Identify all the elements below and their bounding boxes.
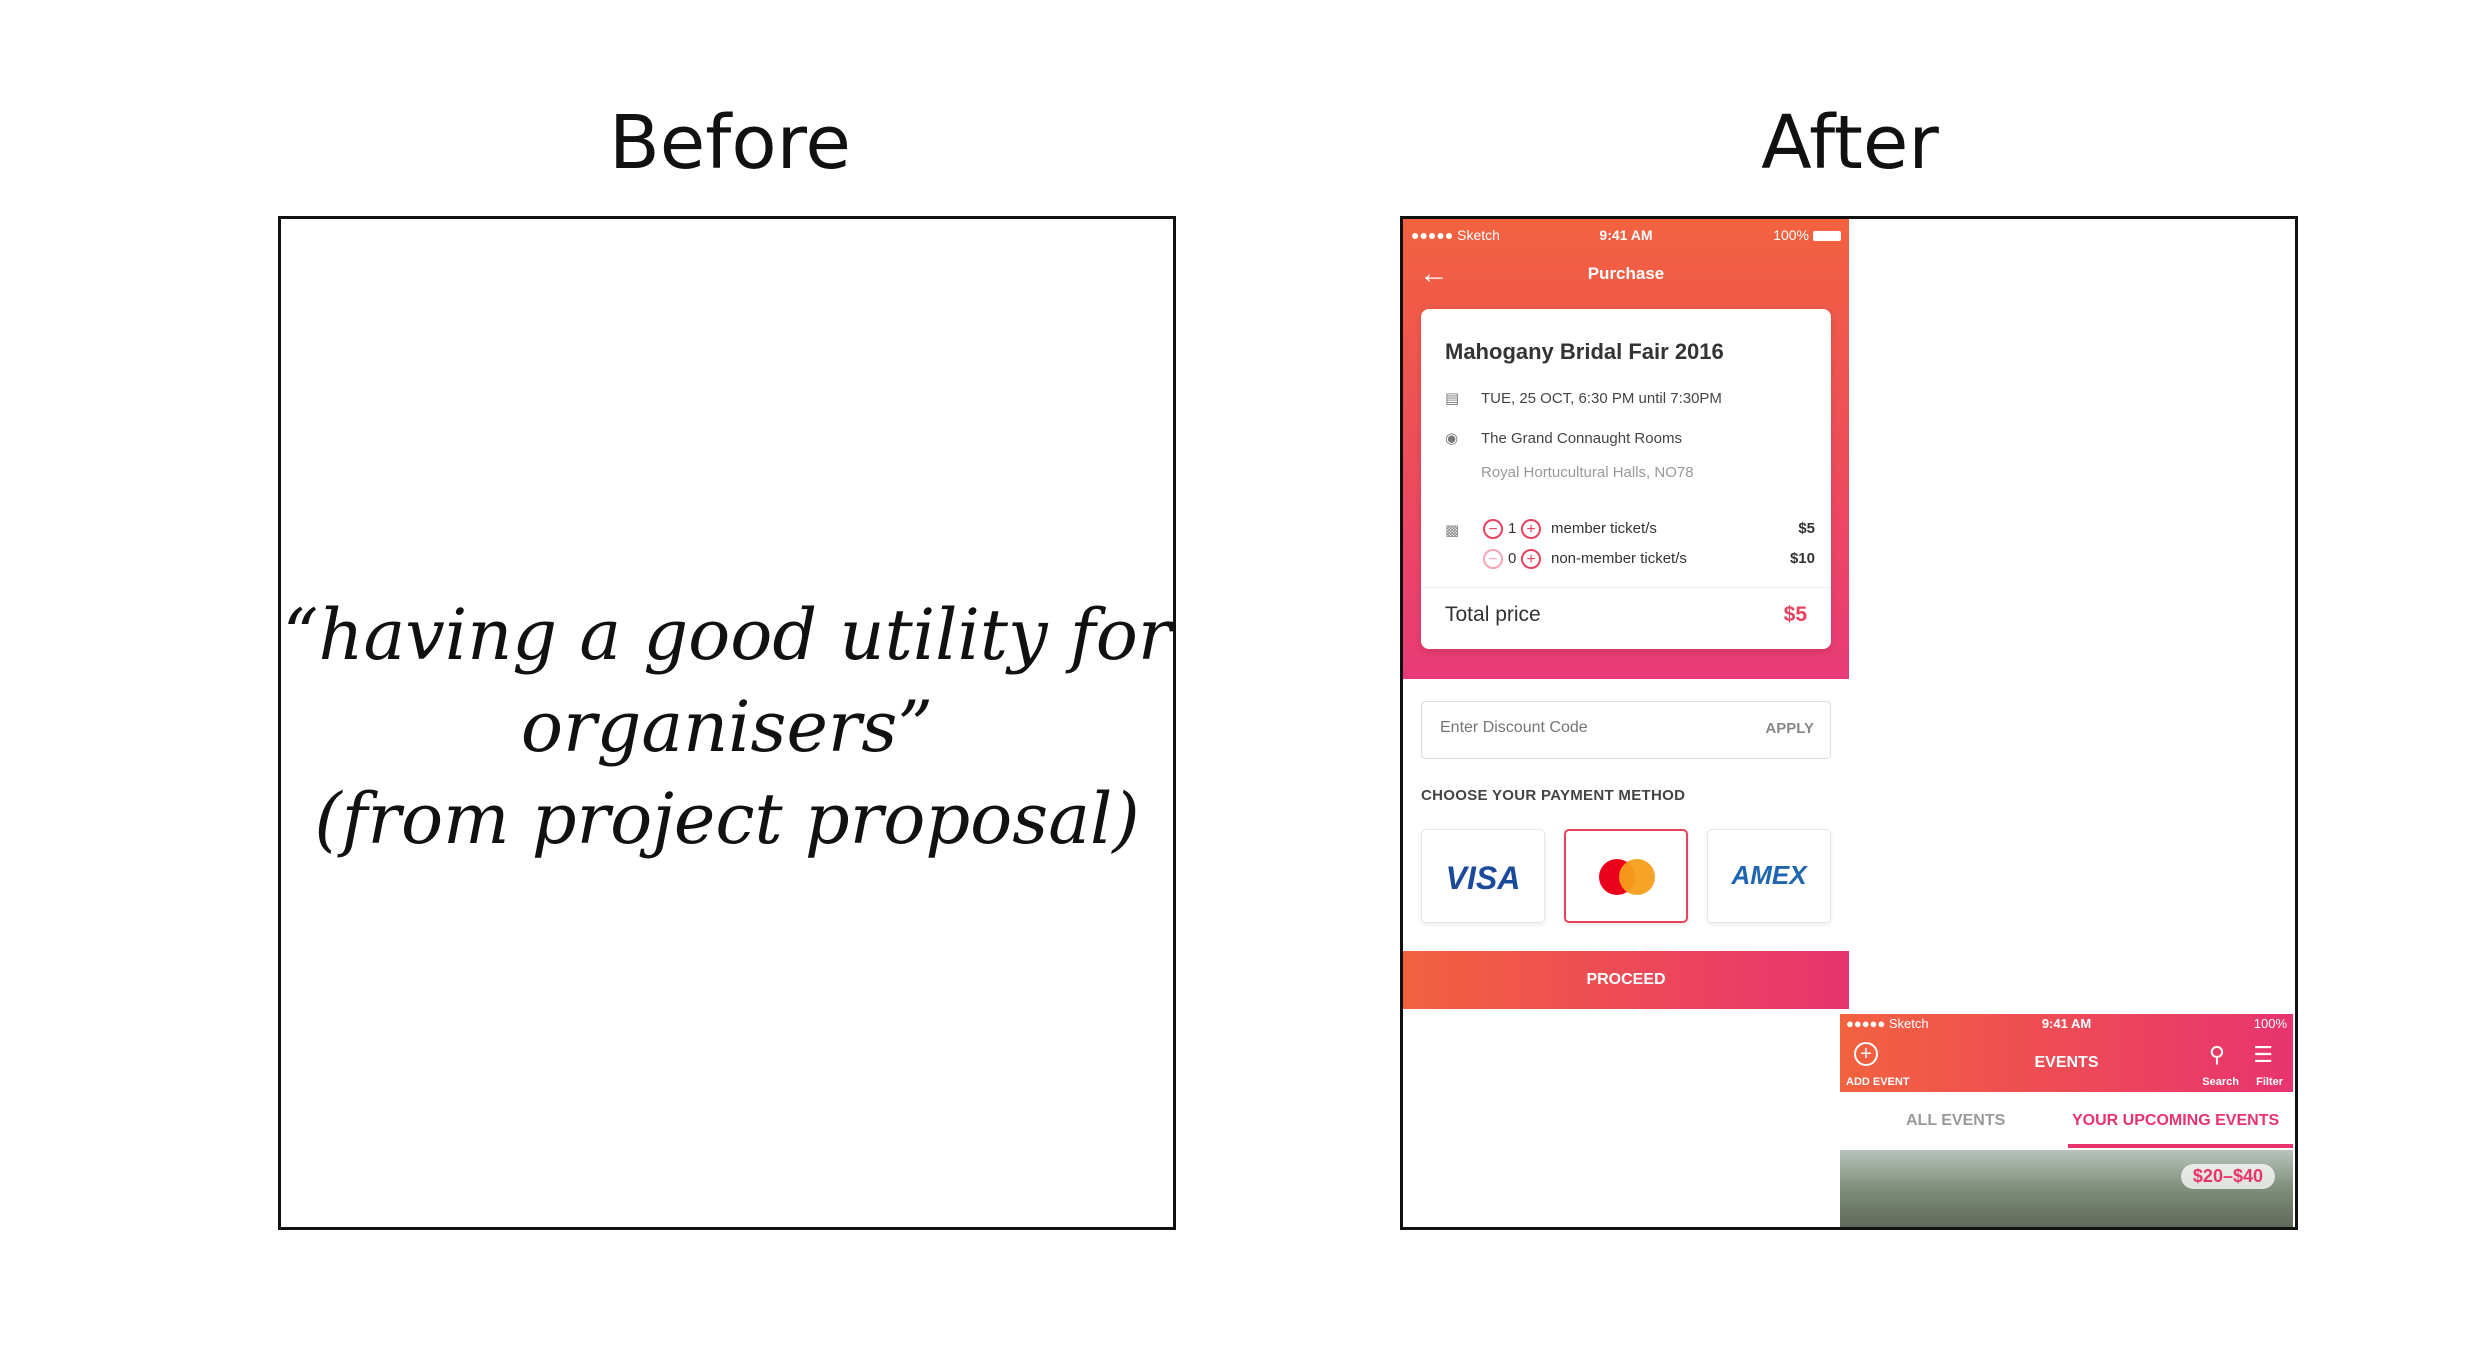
events-status-bar: ●●●●● Sketch 9:41 AM 100% (1840, 1016, 2293, 1036)
member-ticket-label: member ticket/s (1551, 520, 1657, 537)
increase-non-member-button[interactable]: + (1521, 549, 1541, 569)
proposal-quote: “having a good utility for organisers” (… (281, 589, 1173, 865)
decrease-member-button[interactable]: − (1483, 519, 1503, 539)
mastercard-logo-orange-circle (1619, 859, 1655, 895)
non-member-ticket-label: non-member ticket/s (1551, 550, 1687, 567)
after-frame: ●●●●● Sketch 9:41 AM 100% ← Purchase Mah… (1400, 216, 2298, 1230)
mastercard-option[interactable] (1564, 829, 1688, 923)
member-qty: 1 (1508, 520, 1517, 537)
location-pin-icon: ◉ (1445, 430, 1459, 447)
search-label[interactable]: Search (2202, 1076, 2239, 1088)
non-member-qty: 0 (1508, 550, 1517, 567)
event-venue: The Grand Connaught Rooms (1481, 430, 1682, 447)
filter-label[interactable]: Filter (2256, 1076, 2283, 1088)
event-venue-row: ◉ The Grand Connaught Rooms (1445, 429, 1682, 447)
battery-icon (1813, 231, 1841, 242)
search-icon[interactable]: ⚲ (2209, 1042, 2225, 1068)
events-header: ●●●●● Sketch 9:41 AM 100% + ADD EVENT EV… (1840, 1014, 2293, 1092)
events-battery: 100% (2253, 1016, 2287, 1031)
apply-button[interactable]: APPLY (1765, 720, 1814, 737)
events-screen: ●●●●● Sketch 9:41 AM 100% + ADD EVENT EV… (1840, 1014, 2293, 1227)
member-ticket-price: $5 (1798, 520, 1815, 537)
event-title: Mahogany Bridal Fair 2016 (1445, 339, 1724, 364)
purchase-header: ●●●●● Sketch 9:41 AM 100% ← Purchase Mah… (1403, 219, 1849, 679)
visa-option[interactable]: VISA (1421, 829, 1545, 923)
filter-icon[interactable]: ☰ (2253, 1042, 2273, 1068)
ticket-row-member: ▩ − 1 + member ticket/s $5 (1445, 519, 1815, 545)
increase-member-button[interactable]: + (1521, 519, 1541, 539)
status-bar: ●●●●● Sketch 9:41 AM 100% (1403, 225, 1849, 247)
discount-code-input[interactable] (1438, 718, 1722, 738)
event-image[interactable]: $20–$40 (1840, 1150, 2293, 1227)
battery-level: 100% (1773, 227, 1809, 243)
quote-line-2: organisers” (520, 686, 934, 768)
active-tab-indicator (2068, 1144, 2293, 1148)
total-price-value: $5 (1783, 603, 1807, 626)
calendar-icon: ▤ (1445, 390, 1460, 407)
payment-method-label: CHOOSE YOUR PAYMENT METHOD (1421, 787, 1686, 804)
event-datetime-row: ▤ TUE, 25 OCT, 6:30 PM until 7:30PM (1445, 389, 1722, 407)
event-datetime: TUE, 25 OCT, 6:30 PM until 7:30PM (1481, 390, 1722, 407)
decrease-non-member-button[interactable]: − (1483, 549, 1503, 569)
tab-all-events[interactable]: ALL EVENTS (1906, 1112, 2005, 1130)
tab-upcoming-events[interactable]: YOUR UPCOMING EVENTS (2072, 1112, 2279, 1130)
amex-option[interactable]: AMEX (1707, 829, 1831, 923)
after-heading: After (1761, 100, 1939, 186)
non-member-ticket-price: $10 (1789, 550, 1815, 567)
proceed-button[interactable]: PROCEED (1403, 951, 1849, 1009)
amex-logo: AMEX (1731, 860, 1807, 890)
ticket-icon: ▩ (1445, 522, 1460, 539)
events-clock: 9:41 AM (2041, 1016, 2092, 1031)
event-venue-sub: Royal Hortucultural Halls, NO78 (1481, 464, 1694, 481)
before-heading: Before (609, 100, 851, 186)
visa-logo: VISA (1445, 860, 1521, 896)
card-divider (1421, 587, 1831, 588)
purchase-screen: ●●●●● Sketch 9:41 AM 100% ← Purchase Mah… (1403, 219, 1849, 1016)
price-badge: $20–$40 (2180, 1164, 2275, 1189)
add-event-label[interactable]: ADD EVENT (1846, 1076, 1910, 1088)
ticket-row-non-member: − 0 + non-member ticket/s $10 (1445, 549, 1815, 575)
page-title: Purchase (1587, 264, 1665, 283)
quote-line-1: “having a good utility for (282, 594, 1172, 676)
before-frame: “having a good utility for organisers” (… (278, 216, 1176, 1230)
events-title: EVENTS (2034, 1054, 2099, 1071)
quote-line-3: (from project proposal) (314, 778, 1140, 860)
ticket-card: Mahogany Bridal Fair 2016 ▤ TUE, 25 OCT, … (1421, 309, 1831, 649)
total-price-label: Total price (1445, 603, 1541, 626)
discount-field: APPLY (1421, 701, 1831, 759)
battery-indicator: 100% (1773, 227, 1841, 243)
